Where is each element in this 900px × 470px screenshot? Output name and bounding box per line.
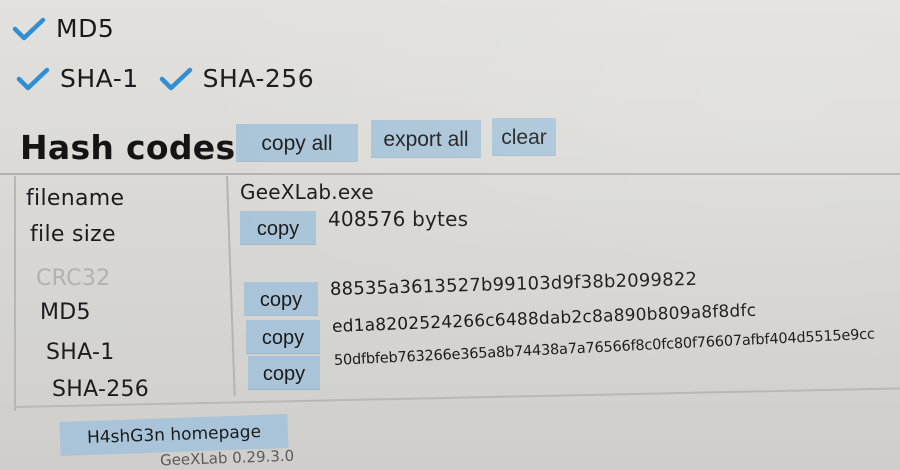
md5-checkbox[interactable]: MD5 xyxy=(12,14,114,43)
divider-top xyxy=(0,173,900,175)
crc32-label: CRC32 xyxy=(36,266,111,291)
version-text: GeeXLab 0.29.3.0 xyxy=(159,446,295,470)
copy-sha1-button[interactable]: copy xyxy=(246,320,320,354)
hash-codes-title: Hash codes xyxy=(20,128,236,167)
hash-generator-window: MD5 SHA-1 SHA-256 Hash codes copy all ex… xyxy=(0,0,900,470)
checkmark-icon xyxy=(16,66,50,92)
sha1-label: SHA-1 xyxy=(46,340,115,365)
clear-button[interactable]: clear xyxy=(492,118,556,156)
sha256-label: SHA-256 xyxy=(52,377,150,402)
copy-sha256-button[interactable]: copy xyxy=(248,356,320,390)
md5-value: 88535a3613527b99103d9f38b2099822 xyxy=(329,268,698,300)
sha1-value: ed1a8202524266c6488dab2c8a890b809a8f8dfc xyxy=(331,300,757,337)
md5-checkbox-label: MD5 xyxy=(56,14,115,43)
sha1-checkbox-label: SHA-1 xyxy=(60,64,139,93)
checkbox-row-2: SHA-1 SHA-256 xyxy=(16,64,314,93)
copy-md5-button[interactable]: copy xyxy=(244,282,318,316)
divider-left xyxy=(14,176,16,411)
copy-filesize-button[interactable]: copy xyxy=(240,211,316,245)
checkmark-icon xyxy=(159,66,193,92)
export-all-button[interactable]: export all xyxy=(371,120,481,158)
divider-vertical xyxy=(226,176,236,396)
sha256-checkbox[interactable]: SHA-256 xyxy=(159,64,314,93)
file-size-value: 408576 bytes xyxy=(328,207,469,231)
checkmark-icon xyxy=(12,16,46,42)
sha256-checkbox-label: SHA-256 xyxy=(202,64,315,93)
filename-value: GeeXLab.exe xyxy=(240,180,374,204)
md5-label: MD5 xyxy=(40,300,91,325)
file-size-label: file size xyxy=(30,222,116,247)
sha1-checkbox[interactable]: SHA-1 xyxy=(16,64,139,93)
filename-label: filename xyxy=(26,186,125,211)
copy-all-button[interactable]: copy all xyxy=(236,124,358,162)
checkbox-row-1: MD5 xyxy=(12,14,114,43)
